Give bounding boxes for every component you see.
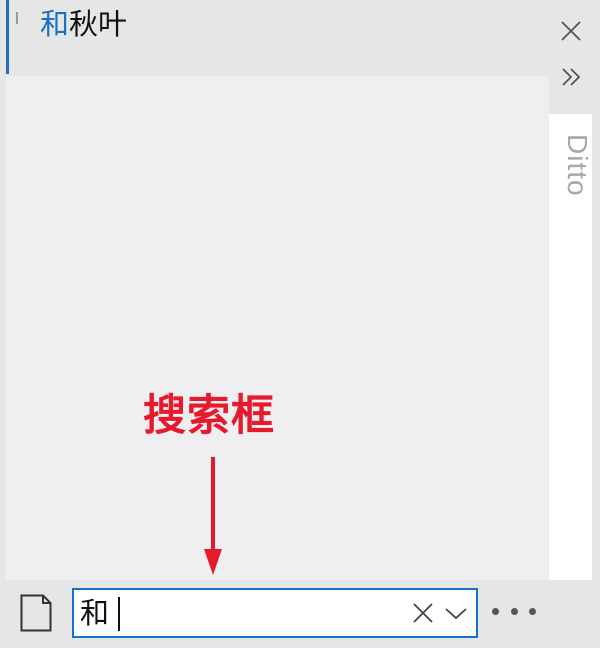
document-icon[interactable] — [20, 594, 52, 632]
selection-accent-bar — [6, 0, 9, 74]
expand-button[interactable] — [556, 62, 586, 92]
row-marker — [16, 12, 18, 24]
close-button[interactable] — [556, 16, 586, 46]
clip-rest-text: 秋叶 — [69, 7, 128, 41]
clip-preview-strip[interactable]: 和秋叶 — [0, 0, 600, 76]
annotation-label: 搜索框 — [143, 391, 275, 441]
more-options-button[interactable] — [492, 598, 536, 624]
more-icon-dot — [510, 607, 518, 615]
search-input[interactable] — [80, 594, 400, 632]
clip-preview-text[interactable]: 和秋叶 — [40, 6, 127, 42]
clear-search-button[interactable] — [410, 600, 436, 626]
arrow-down-icon — [204, 457, 222, 575]
clear-icon — [413, 603, 433, 623]
more-icon — [492, 607, 499, 615]
close-icon — [561, 21, 581, 41]
ditto-label: Ditto — [562, 134, 593, 197]
search-history-dropdown[interactable] — [442, 600, 470, 626]
clip-match-text: 和 — [40, 7, 70, 41]
clip-list-area[interactable] — [6, 76, 549, 580]
chevron-down-icon — [445, 608, 467, 620]
search-box[interactable] — [72, 588, 478, 638]
double-chevron-right-icon — [562, 68, 581, 86]
ditto-side-tab[interactable]: Ditto — [549, 114, 593, 644]
text-caret — [118, 597, 120, 631]
more-icon-dot — [529, 607, 536, 615]
